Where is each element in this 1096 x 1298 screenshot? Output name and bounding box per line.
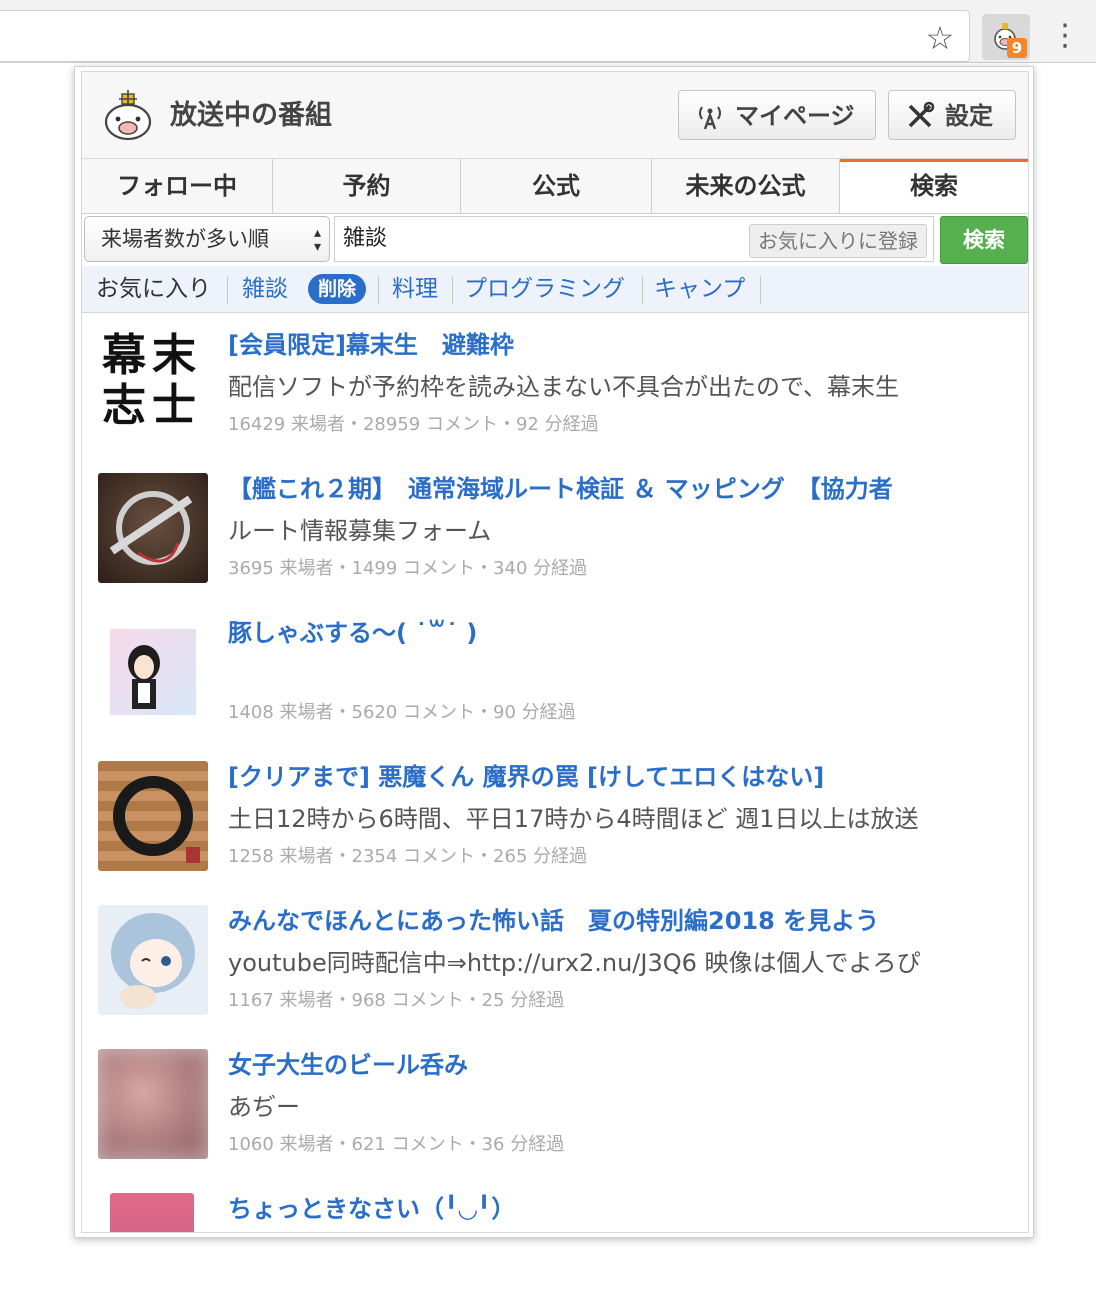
program-thumbnail[interactable]: 幕末志士 — [98, 329, 208, 439]
anime-avatar-image — [110, 629, 196, 715]
tools-icon — [908, 101, 935, 128]
anime-avatar-image — [111, 913, 195, 1009]
thumb-text: 幕末志士 — [102, 330, 202, 431]
sort-select[interactable]: 来場者数が多い順 ▴ ▾ — [84, 216, 330, 262]
broadcast-antenna-icon — [699, 106, 721, 130]
list-item[interactable]: 【艦これ２期】 通常海域ルート検証 ＆ マッピング 【協力者 ルート情報募集フォ… — [82, 457, 1028, 602]
tab-official[interactable]: 公式 — [461, 159, 652, 213]
program-title[interactable]: 【艦これ２期】 通常海域ルート検証 ＆ マッピング 【協力者 — [228, 471, 893, 507]
ink-circle-emblem-icon — [113, 776, 200, 863]
tab-search[interactable]: 検索 — [840, 159, 1028, 213]
program-title[interactable]: [クリアまで] 悪魔くん 魔界の罠 [けしてエロくはない] — [228, 759, 824, 795]
favorite-chip-cooking[interactable]: 料理 — [392, 266, 438, 312]
select-arrows-icon: ▴ ▾ — [313, 225, 321, 255]
search-button[interactable]: 検索 — [940, 216, 1028, 264]
extension-popup: 放送中の番組 マイページ 設定 フォロー中 予約 公式 未来の公式 検索 来場者… — [74, 66, 1034, 1238]
favorite-chip-zatsudan[interactable]: 雑談 — [242, 266, 288, 312]
tab-bar: フォロー中 予約 公式 未来の公式 検索 — [82, 159, 1028, 214]
browser-toolbar: ☆ 9 ⋮ — [0, 0, 1096, 63]
popup-content: 放送中の番組 マイページ 設定 フォロー中 予約 公式 未来の公式 検索 来場者… — [81, 71, 1029, 1233]
notification-badge: 9 — [1007, 38, 1027, 58]
program-stats: 1167 来場者・968 コメント・25 分経過 — [228, 990, 565, 1011]
program-title[interactable]: みんなでほんとにあった怖い話 夏の特別編2018 を見よう — [228, 903, 879, 939]
divider — [378, 276, 379, 304]
program-thumbnail[interactable] — [98, 617, 208, 727]
program-title[interactable]: ちょっときなさい（╹◡╹） — [228, 1191, 515, 1227]
extension-button[interactable]: 9 — [982, 14, 1030, 60]
settings-label: 設定 — [945, 102, 993, 130]
program-thumbnail[interactable] — [98, 761, 208, 871]
photo-vignette — [98, 1049, 208, 1159]
favorites-label: お気に入り — [96, 276, 211, 302]
star-outline-icon[interactable]: ☆ — [920, 18, 960, 58]
program-stats: 16429 来場者・28959 コメント・92 分経過 — [228, 414, 599, 435]
program-title[interactable]: 女子大生のビール呑み — [228, 1047, 468, 1083]
divider — [760, 276, 761, 304]
divider — [452, 276, 453, 304]
tab-following[interactable]: フォロー中 — [82, 159, 273, 213]
keyword-input[interactable]: 雑談 お気に入りに登録 — [334, 216, 934, 262]
address-bar[interactable] — [0, 10, 970, 62]
favorite-chip-camp[interactable]: キャンプ — [654, 266, 745, 312]
program-stats: 1060 来場者・621 コメント・36 分経過 — [228, 1134, 565, 1155]
nicolive-logo-icon — [104, 90, 152, 141]
compass-emblem-icon — [109, 491, 193, 565]
program-stats: 1408 来場者・5620 コメント・90 分経過 — [228, 702, 576, 723]
program-title[interactable]: [会員限定]幕末生 避難枠 — [228, 327, 514, 363]
program-description: あぢー — [228, 1093, 300, 1121]
list-item[interactable]: 幕末志士 [会員限定]幕末生 避難枠 配信ソフトが予約枠を読み込まない不具合が出… — [82, 313, 1028, 458]
tab-reserved[interactable]: 予約 — [273, 159, 461, 213]
program-description: youtube同時配信中⇒http://urx2.nu/J3Q6 映像は個人でよ… — [228, 949, 921, 977]
settings-button[interactable]: 設定 — [888, 90, 1016, 140]
list-item[interactable]: ちょっときなさい（╹◡╹） — [82, 1177, 1028, 1232]
tab-future-official[interactable]: 未来の公式 — [652, 159, 840, 213]
favorites-bar: お気に入り 雑談 削除 料理 プログラミング キャンプ — [82, 266, 1028, 313]
program-stats: 1258 来場者・2354 コメント・265 分経過 — [228, 846, 588, 867]
program-thumbnail[interactable] — [98, 473, 208, 583]
program-description: 土日12時から6時間、平日17時から4時間ほど 週1日以上は放送 — [228, 805, 919, 833]
popup-header: 放送中の番組 マイページ 設定 — [82, 72, 1028, 159]
mypage-button[interactable]: マイページ — [678, 90, 876, 140]
program-description: ルート情報募集フォーム — [228, 517, 492, 545]
program-title[interactable]: 豚しゃぶする〜( ˙꒳˙ ) — [228, 615, 477, 651]
list-item[interactable]: 女子大生のビール呑み あぢー 1060 来場者・621 コメント・36 分経過 — [82, 1033, 1028, 1178]
favorite-chip-programming[interactable]: プログラミング — [464, 266, 625, 312]
program-description: 配信ソフトが予約枠を読み込まない不具合が出たので、幕末生 — [228, 373, 900, 401]
sort-select-value: 来場者数が多い順 — [101, 227, 269, 251]
list-item[interactable]: 豚しゃぶする〜( ˙꒳˙ ) 1408 来場者・5620 コメント・90 分経過 — [82, 601, 1028, 746]
search-row: 来場者数が多い順 ▴ ▾ 雑談 お気に入りに登録 検索 — [82, 214, 1028, 266]
divider — [642, 276, 643, 304]
program-thumbnail[interactable] — [110, 1193, 194, 1232]
program-stats: 3695 来場者・1499 コメント・340 分経過 — [228, 558, 588, 579]
list-item[interactable]: [クリアまで] 悪魔くん 魔界の罠 [けしてエロくはない] 土日12時から6時間… — [82, 745, 1028, 890]
add-favorite-button[interactable]: お気に入りに登録 — [749, 224, 927, 258]
program-thumbnail[interactable] — [98, 1049, 208, 1159]
program-thumbnail[interactable] — [98, 905, 208, 1015]
delete-favorite-button[interactable]: 削除 — [308, 274, 367, 304]
divider — [227, 276, 228, 304]
keyword-input-value: 雑談 — [343, 226, 388, 251]
kebab-icon[interactable]: ⋮ — [1050, 18, 1080, 54]
mypage-label: マイページ — [735, 102, 855, 130]
list-item[interactable]: みんなでほんとにあった怖い話 夏の特別編2018 を見よう youtube同時配… — [82, 889, 1028, 1034]
popup-title: 放送中の番組 — [170, 100, 332, 131]
